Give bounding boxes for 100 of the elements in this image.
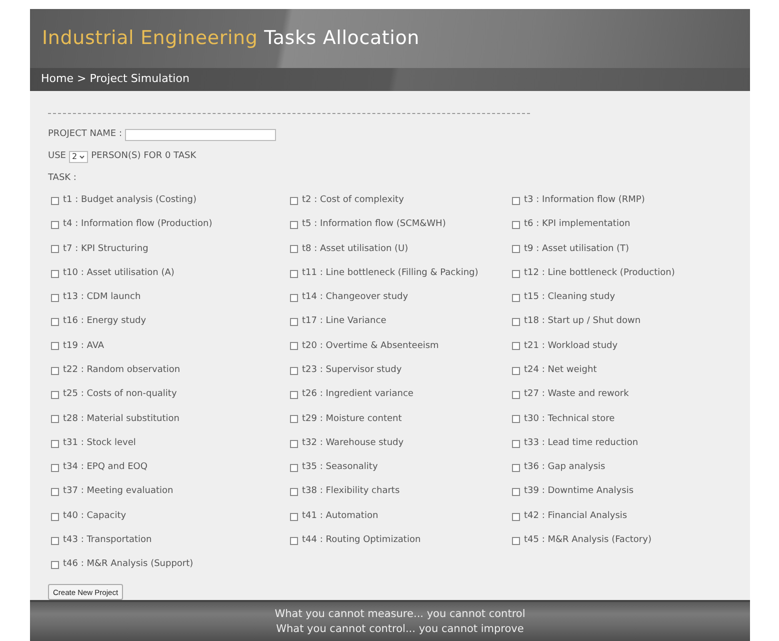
task-checkbox[interactable] <box>512 342 520 350</box>
task-checkbox[interactable] <box>512 196 520 205</box>
task-checkbox[interactable] <box>512 415 520 424</box>
task-label: t41 : Automation <box>302 510 378 523</box>
task-label: t44 : Routing Optimization <box>302 534 421 548</box>
task-checkbox[interactable] <box>512 245 520 254</box>
task-checkbox[interactable] <box>51 440 59 448</box>
task-checkbox[interactable] <box>290 245 298 254</box>
task-checkbox[interactable] <box>290 391 298 400</box>
task-checkbox[interactable] <box>512 464 520 472</box>
task-label: t37 : Meeting evaluation <box>63 485 174 498</box>
task-label: t30 : Technical store <box>524 412 615 426</box>
task-label: t25 : Costs of non-quality <box>63 388 177 402</box>
breadcrumb[interactable]: Home > Project Simulation <box>41 70 190 88</box>
project-name-field[interactable] <box>124 128 276 141</box>
task-label: t40 : Capacity <box>63 510 126 523</box>
task-label: t19 : AVA <box>63 340 104 353</box>
task-checkbox[interactable] <box>512 512 520 521</box>
task-checkbox[interactable] <box>290 220 298 229</box>
use-label: USE <box>48 150 66 163</box>
task-label: t12 : Line bottleneck (Production) <box>524 266 675 280</box>
task-checkbox[interactable] <box>51 561 59 570</box>
task-label: t20 : Overtime & Absenteeism <box>302 340 439 353</box>
task-label: t13 : CDM launch <box>63 291 141 304</box>
task-label: t4 : Information flow (Production) <box>63 218 212 232</box>
task-label: t24 : Net weight <box>524 364 597 377</box>
task-label: t18 : Start up / Shut down <box>524 315 641 328</box>
task-label: t31 : Stock level <box>63 436 136 450</box>
persons-label: PERSON(S) FOR 0 TASK <box>91 150 196 163</box>
task-label: t7 : KPI Structuring <box>63 242 148 256</box>
task-checkbox[interactable] <box>290 294 298 302</box>
project-name-label: PROJECT NAME : <box>48 128 122 141</box>
task-label: t26 : Ingredient variance <box>302 388 414 402</box>
task-label: t28 : Material substitution <box>63 412 180 426</box>
task-checkbox[interactable] <box>512 536 520 545</box>
task-checkbox[interactable] <box>512 270 520 278</box>
task-label: t8 : Asset utilisation (U) <box>302 242 408 256</box>
task-label: t32 : Warehouse study <box>302 436 404 450</box>
task-checkbox[interactable] <box>51 318 59 326</box>
task-checkbox[interactable] <box>290 415 298 424</box>
task-checkbox[interactable] <box>51 270 59 278</box>
footer-quote: What you cannot measure... you cannot control <box>274 606 526 622</box>
task-label: t14 : Changeover study <box>302 291 408 304</box>
task-checkbox[interactable] <box>51 294 59 302</box>
task-checkbox[interactable] <box>51 196 59 205</box>
task-label: t17 : Line Variance <box>302 315 386 328</box>
task-label: t5 : Information flow (SCM&WH) <box>302 218 446 232</box>
task-label: t21 : Workload study <box>524 340 618 353</box>
task-label: t16 : Energy study <box>63 315 146 328</box>
task-label: t38 : Flexibility charts <box>302 485 400 498</box>
task-label: t6 : KPI implementation <box>524 218 630 232</box>
task-checkbox[interactable] <box>512 294 520 302</box>
footer-quote: What you cannot control... you cannot improve <box>275 622 524 637</box>
task-checkbox[interactable] <box>290 440 298 448</box>
app-title: Industrial Engineering Tasks Allocation <box>42 26 420 52</box>
task-checkbox[interactable] <box>290 270 298 278</box>
task-label: t15 : Cleaning study <box>524 291 616 304</box>
task-checkbox[interactable] <box>51 464 59 472</box>
task-label: t3 : Information flow (RMP) <box>524 194 645 207</box>
task-checkbox[interactable] <box>290 536 298 545</box>
task-checkbox[interactable] <box>290 342 298 350</box>
task-label: t2 : Cost of complexity <box>302 194 404 207</box>
task-checkbox[interactable] <box>512 318 520 326</box>
task-label: t33 : Lead time reduction <box>524 436 638 450</box>
task-label: t36 : Gap analysis <box>524 461 606 474</box>
task-label: t27 : Waste and rework <box>524 388 629 402</box>
caret-icon <box>79 154 86 159</box>
task-checkbox[interactable] <box>290 464 298 472</box>
task-label: t34 : EPQ and EOQ <box>63 461 148 474</box>
task-checkbox[interactable] <box>51 342 59 350</box>
task-checkbox[interactable] <box>512 391 520 400</box>
task-label: t23 : Supervisor study <box>302 364 402 377</box>
task-label: t46 : M&R Analysis (Support) <box>63 558 194 572</box>
task-checkbox[interactable] <box>51 415 59 424</box>
task-checkbox[interactable] <box>51 536 59 545</box>
task-label: t42 : Financial Analysis <box>524 510 628 523</box>
task-checkbox[interactable] <box>290 366 298 375</box>
task-checkbox[interactable] <box>290 318 298 326</box>
task-label: t35 : Seasonality <box>302 461 378 474</box>
task-label: t45 : M&R Analysis (Factory) <box>524 534 652 548</box>
task-checkbox[interactable] <box>512 488 520 496</box>
task-checkbox[interactable] <box>51 245 59 254</box>
task-checkbox[interactable] <box>51 488 59 496</box>
task-checkbox[interactable] <box>51 220 59 229</box>
task-checkbox[interactable] <box>512 366 520 375</box>
task-checkbox[interactable] <box>51 512 59 521</box>
task-label: t9 : Asset utilisation (T) <box>524 242 630 256</box>
persons-select[interactable]: 2 <box>69 150 88 163</box>
task-label: t11 : Line bottleneck (Filling & Packing) <box>302 266 478 280</box>
task-label: t29 : Moisture content <box>302 412 402 426</box>
task-checkbox[interactable] <box>290 196 298 205</box>
task-checkbox[interactable] <box>512 440 520 448</box>
task-label: t43 : Transportation <box>63 534 152 548</box>
task-checkbox[interactable] <box>51 391 59 400</box>
task-checkbox[interactable] <box>51 366 59 375</box>
task-checkbox[interactable] <box>290 512 298 521</box>
task-label: t10 : Asset utilisation (A) <box>63 266 174 280</box>
task-label: TASK : <box>48 172 76 185</box>
task-checkbox[interactable] <box>512 220 520 229</box>
task-checkbox[interactable] <box>290 488 298 496</box>
